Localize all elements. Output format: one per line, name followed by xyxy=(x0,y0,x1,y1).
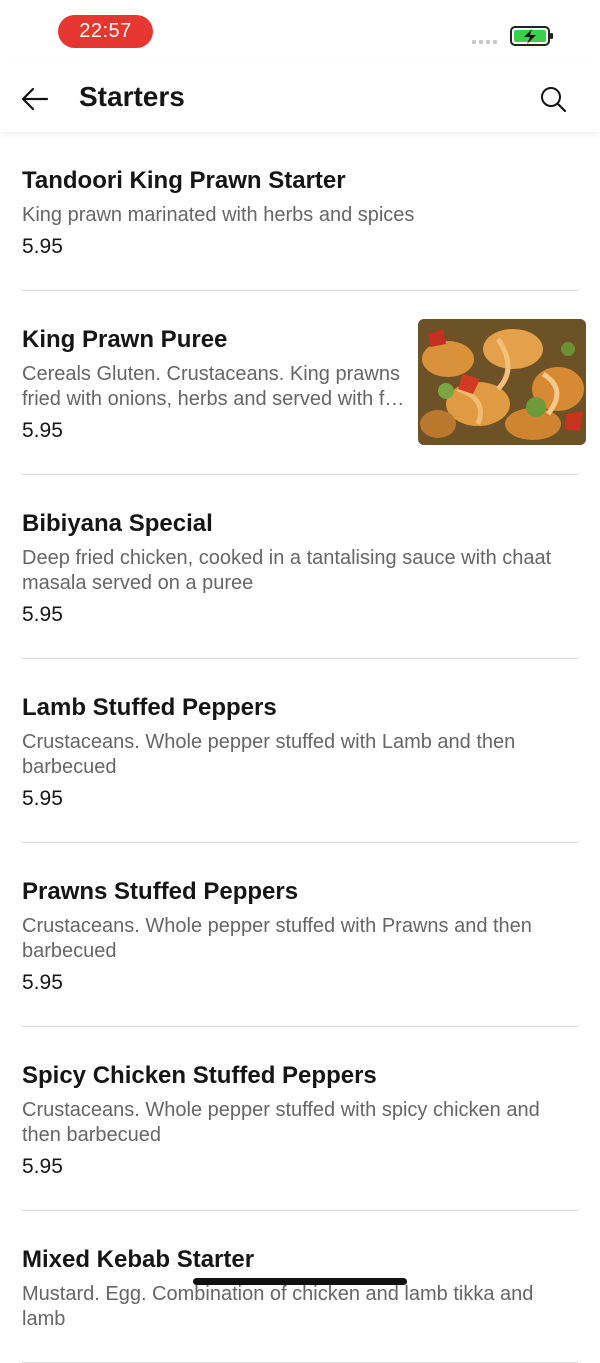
menu-item-price: 5.95 xyxy=(22,1155,63,1178)
menu-item-description: Crustaceans. Whole pepper stuffed with s… xyxy=(22,1099,540,1146)
menu-item-description: Mustard. Egg. Combination of chicken and… xyxy=(22,1283,534,1330)
king-prawn-food-image xyxy=(418,319,586,445)
menu-item-description: Crustaceans. Whole pepper stuffed with L… xyxy=(22,731,516,778)
menu-item-name: Bibiyana Special xyxy=(22,510,213,537)
menu-item-name: Lamb Stuffed Peppers xyxy=(22,694,277,721)
menu-item-name: Tandoori King Prawn Starter xyxy=(22,167,346,194)
status-bar: 22:57 xyxy=(0,0,600,64)
menu-item[interactable]: Lamb Stuffed Peppers Crustaceans. Whole … xyxy=(22,659,578,843)
home-indicator[interactable] xyxy=(193,1278,407,1285)
menu-item-price: 5.95 xyxy=(22,235,63,258)
menu-item-price: 5.95 xyxy=(22,787,63,810)
menu-item-price: 5.95 xyxy=(22,603,63,626)
menu-item-name: Prawns Stuffed Peppers xyxy=(22,878,299,905)
page-title: Starters xyxy=(79,81,185,112)
menu-item-price: 5.95 xyxy=(22,971,63,994)
menu-item[interactable]: Prawns Stuffed Peppers Crustaceans. Whol… xyxy=(22,843,578,1027)
top-app-bar: Starters xyxy=(0,64,600,132)
menu-item-name: Mixed Kebab Starter xyxy=(22,1246,255,1273)
menu-item-list: Tandoori King Prawn Starter King prawn m… xyxy=(0,132,600,1363)
status-time: 22:57 xyxy=(58,15,153,48)
menu-item-description-line: fried with onions, herbs and served with… xyxy=(22,388,405,410)
search-icon[interactable] xyxy=(538,84,568,114)
menu-item[interactable]: Bibiyana Special Deep fried chicken, coo… xyxy=(22,475,578,659)
menu-item-name: Spicy Chicken Stuffed Peppers xyxy=(22,1062,377,1089)
menu-item-description-line: Cereals Gluten. Crustaceans. King prawns xyxy=(22,363,400,385)
menu-item-description: Crustaceans. Whole pepper stuffed with P… xyxy=(22,915,532,962)
menu-item[interactable]: King Prawn Puree Cereals Gluten. Crustac… xyxy=(22,291,586,475)
menu-item-description: Deep fried chicken, cooked in a tantalis… xyxy=(22,547,552,594)
menu-item[interactable]: Mixed Kebab Starter Mustard. Egg. Combin… xyxy=(22,1211,578,1363)
signal-icon xyxy=(472,40,497,44)
arrow-left-icon[interactable] xyxy=(18,82,52,116)
menu-item[interactable]: Tandoori King Prawn Starter King prawn m… xyxy=(22,132,578,291)
menu-item-description: King prawn marinated with herbs and spic… xyxy=(22,204,415,226)
battery-charging-icon xyxy=(510,26,553,46)
menu-item[interactable]: Spicy Chicken Stuffed Peppers Crustacean… xyxy=(22,1027,578,1211)
menu-item-description: Cereals Gluten. Crustaceans. King prawns… xyxy=(22,362,414,412)
